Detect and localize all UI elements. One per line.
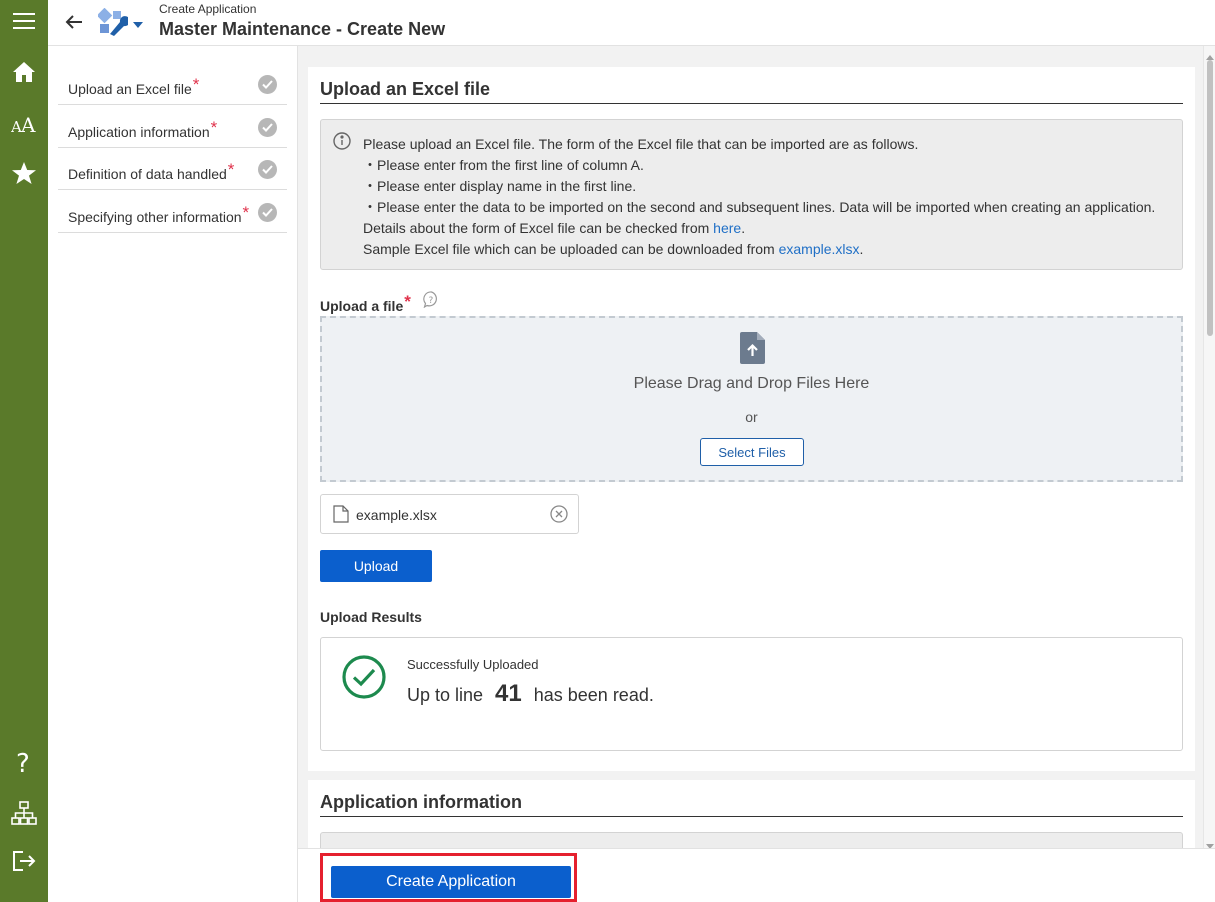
help-tooltip-icon[interactable]: ? <box>423 291 440 309</box>
footer-bar: Create Application <box>298 848 1215 902</box>
step-navigation: Upload an Excel file* Application inform… <box>48 46 298 902</box>
step-complete-check-icon <box>258 203 277 222</box>
section-title: Application information <box>320 792 522 812</box>
success-check-icon <box>341 654 387 700</box>
section-divider <box>320 103 1183 104</box>
sitemap-icon[interactable] <box>0 795 48 831</box>
step-complete-check-icon <box>258 75 277 94</box>
step-application-information[interactable]: Application information* <box>58 106 287 148</box>
instruction-text: Sample Excel file which can be uploaded … <box>363 241 779 257</box>
font-size-icon[interactable]: AA <box>0 106 48 142</box>
svg-text:A: A <box>20 114 36 134</box>
instruction-text: Details about the form of Excel file can… <box>363 220 714 236</box>
step-label: Application information <box>68 124 210 140</box>
instruction-line: ・Please enter the data to be imported on… <box>363 199 1156 215</box>
instruction-line: ・Please enter from the first line of col… <box>363 157 644 173</box>
required-asterisk: * <box>192 75 200 94</box>
step-upload-excel[interactable]: Upload an Excel file* <box>58 63 287 105</box>
page-title: Master Maintenance - Create New <box>159 19 446 39</box>
logout-icon[interactable] <box>0 843 48 879</box>
menu-icon[interactable] <box>0 3 48 39</box>
app-builder-icon[interactable] <box>96 7 130 36</box>
section-divider <box>320 816 1183 817</box>
lines-read-text: Up to line 41 has been read. <box>407 680 654 708</box>
upload-excel-section: Upload an Excel file Please upload an Ex… <box>308 67 1195 771</box>
favorite-star-icon[interactable] <box>0 155 48 191</box>
create-application-button[interactable]: Create Application <box>331 866 571 898</box>
home-icon[interactable] <box>0 54 48 90</box>
upload-instructions-box: Please upload an Excel file. The form of… <box>320 119 1183 270</box>
application-information-section: Application information <box>308 780 1195 848</box>
help-icon[interactable]: ? <box>0 744 48 780</box>
selected-file-chip: example.xlsx <box>320 494 579 534</box>
required-asterisk: * <box>404 292 411 311</box>
scroll-up-arrow-icon[interactable] <box>1206 49 1214 60</box>
back-arrow-icon[interactable] <box>62 10 86 34</box>
lines-read-count: 41 <box>495 680 522 707</box>
scroll-down-arrow-icon[interactable] <box>1206 837 1214 849</box>
upload-button[interactable]: Upload <box>320 550 432 582</box>
remove-file-icon[interactable] <box>550 505 568 523</box>
highlight-frame: Create Application <box>320 853 577 902</box>
step-complete-check-icon <box>258 118 277 137</box>
dropzone-or-text: or <box>745 409 758 425</box>
dropzone-text: Please Drag and Drop Files Here <box>633 375 870 392</box>
step-complete-check-icon <box>258 160 277 179</box>
step-label: Upload an Excel file <box>68 81 192 97</box>
instruction-text: . <box>859 241 864 257</box>
app-menu-caret-icon[interactable] <box>133 16 143 28</box>
sample-file-link[interactable]: example.xlsx <box>779 241 860 257</box>
required-asterisk: * <box>210 118 218 137</box>
left-rail: AA ? <box>0 0 48 902</box>
breadcrumb: Create Application <box>159 2 257 16</box>
svg-text:?: ? <box>16 749 30 775</box>
svg-text:?: ? <box>429 296 434 306</box>
instruction-line: Please upload an Excel file. The form of… <box>363 136 919 152</box>
selected-file-name: example.xlsx <box>356 507 437 523</box>
step-definition-of-data[interactable]: Definition of data handled* <box>58 148 287 190</box>
lines-read-suffix: has been read. <box>533 685 654 705</box>
file-icon <box>333 505 349 523</box>
file-dropzone[interactable]: Please Drag and Drop Files Here or Selec… <box>320 316 1183 482</box>
header: Create Application Master Maintenance - … <box>48 0 1215 46</box>
section-title: Upload an Excel file <box>320 79 491 99</box>
instruction-text: . <box>741 220 746 236</box>
file-upload-icon <box>740 332 766 364</box>
scrollbar-thumb[interactable] <box>1207 60 1213 336</box>
info-icon <box>333 132 351 150</box>
step-label: Definition of data handled <box>68 166 227 182</box>
upload-results-label: Upload Results <box>320 609 422 625</box>
field-label-text: Upload a file <box>320 298 404 314</box>
upload-results-box: Successfully Uploaded Up to line 41 has be… <box>320 637 1183 751</box>
lines-read-prefix: Up to line <box>407 685 484 705</box>
select-files-button[interactable]: Select Files <box>700 438 804 466</box>
instruction-line: ・Please enter display name in the first … <box>363 178 637 194</box>
main-content[interactable]: Upload an Excel file Please upload an Ex… <box>298 46 1203 848</box>
required-asterisk: * <box>227 160 235 179</box>
step-specifying-other-information[interactable]: Specifying other information* <box>58 191 287 233</box>
form-details-link[interactable]: here <box>713 220 741 236</box>
required-asterisk: * <box>242 203 250 222</box>
step-label: Specifying other information <box>68 209 242 225</box>
upload-file-label: Upload a file* <box>320 293 411 314</box>
application-info-box <box>320 832 1183 848</box>
vertical-scrollbar[interactable] <box>1203 46 1215 849</box>
upload-status-text: Successfully Uploaded <box>407 657 539 672</box>
